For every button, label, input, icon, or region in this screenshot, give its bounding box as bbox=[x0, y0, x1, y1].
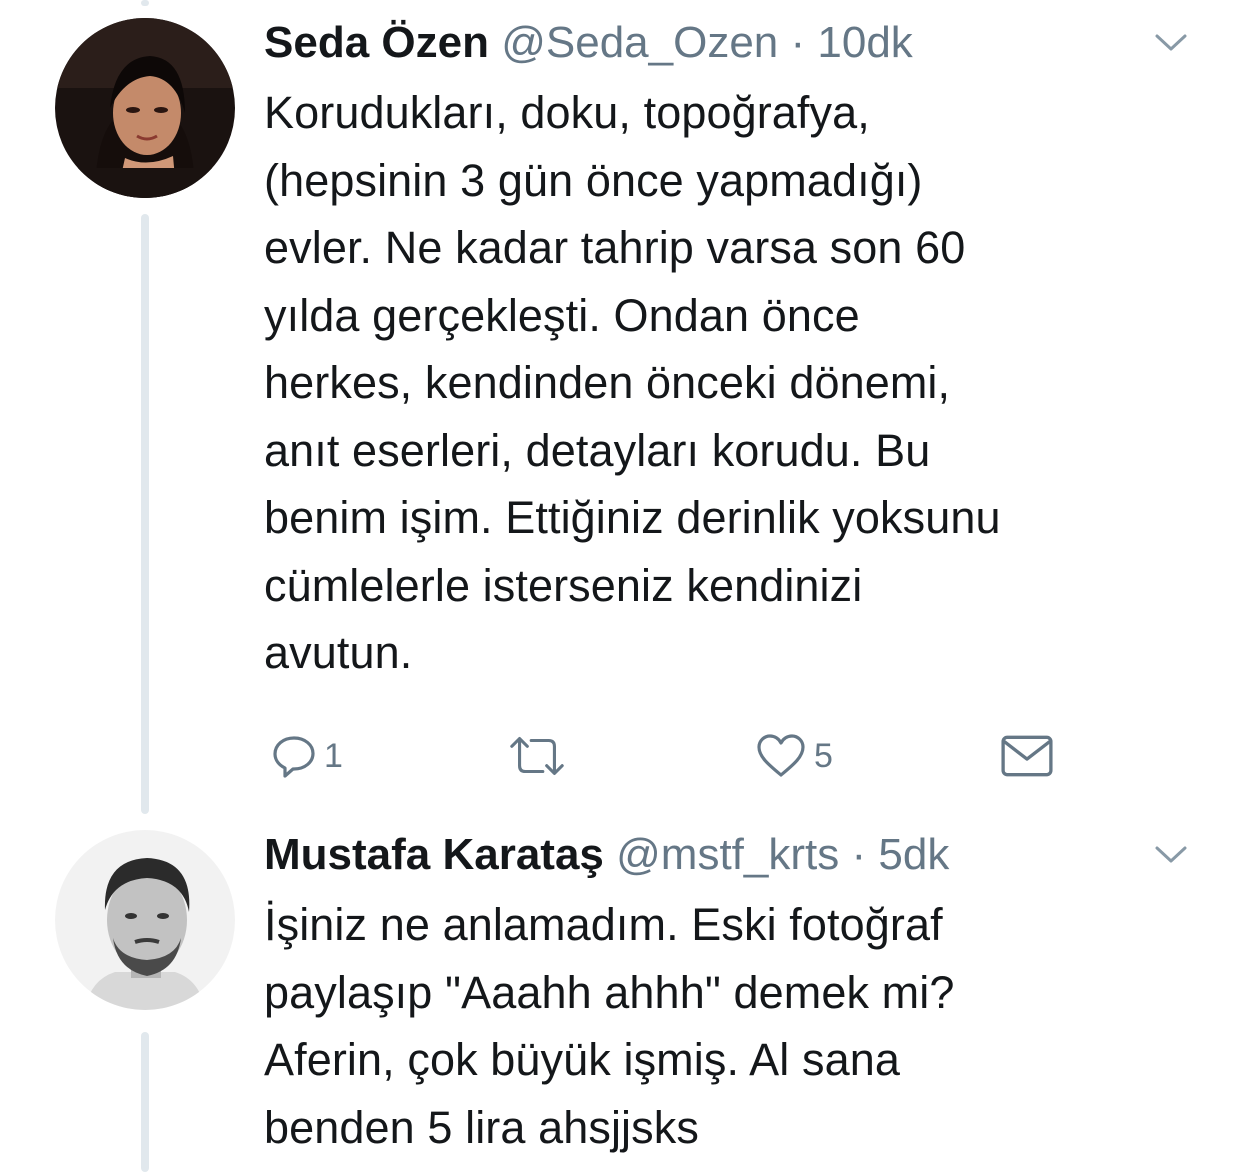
tweet-text-line: (hepsinin 3 gün önce yapmadığı) bbox=[264, 154, 923, 206]
chevron-down-icon[interactable] bbox=[1154, 843, 1188, 867]
thread-line-top bbox=[141, 0, 149, 6]
like-button[interactable]: 5 bbox=[754, 726, 833, 786]
like-count: 5 bbox=[814, 736, 833, 775]
chevron-down-icon[interactable] bbox=[1154, 31, 1188, 55]
tweet-text-line: Korudukları, doku, topoğrafya, bbox=[264, 87, 870, 138]
display-name[interactable]: Seda Özen bbox=[264, 18, 489, 67]
avatar[interactable] bbox=[55, 830, 235, 1010]
tweet-text-line: benden 5 lira ahsjjsks bbox=[264, 1101, 699, 1153]
direct-message-button[interactable] bbox=[1000, 726, 1054, 786]
tweet-text-line: evler. Ne kadar tahrip varsa son 60 bbox=[264, 222, 966, 273]
tweet[interactable]: Seda Özen @Seda_Ozen · 10dk Korudukları,… bbox=[264, 13, 1202, 687]
tweet-text: İşiniz ne anlamadım. Eski fotoğraf payla… bbox=[264, 891, 1194, 1161]
reply-count: 1 bbox=[324, 736, 343, 775]
tweet-text-line: Aferin, çok büyük işmiş. Al sana bbox=[264, 1034, 900, 1085]
avatar-photo-seda bbox=[55, 18, 235, 198]
tweet-text-line: avutun. bbox=[264, 627, 413, 678]
dm-envelope-icon bbox=[1001, 735, 1053, 777]
tweet-text-line: benim işim. Ettiğiniz derinlik yoksunu bbox=[264, 492, 1001, 543]
tweet-text-line: cümlelerle isterseniz kendinizi bbox=[264, 559, 863, 611]
tweet-text-line: anıt eserleri, detayları korudu. Bu bbox=[264, 424, 931, 476]
tweet-header: Seda Özen @Seda_Ozen · 10dk bbox=[264, 13, 1202, 73]
like-icon bbox=[757, 734, 805, 777]
tweet-header: Mustafa Karataş @mstf_krts · 5dk bbox=[264, 825, 1202, 885]
username-handle[interactable]: @mstf_krts bbox=[616, 830, 839, 879]
retweet-icon bbox=[510, 737, 564, 775]
tweet-text-line: yılda gerçekleşti. Ondan önce bbox=[264, 289, 860, 341]
thread-line-1 bbox=[141, 214, 149, 814]
retweet-button[interactable] bbox=[506, 726, 568, 786]
display-name[interactable]: Mustafa Karataş bbox=[264, 830, 604, 879]
reply-icon bbox=[273, 736, 315, 778]
separator-dot: · bbox=[851, 830, 867, 879]
tweet-actions: 1 5 bbox=[264, 726, 1094, 786]
avatar-photo-mustafa bbox=[55, 830, 235, 1010]
tweet-text: Korudukları, doku, topoğrafya, (hepsinin… bbox=[264, 79, 1194, 687]
thread-line-2 bbox=[141, 1032, 149, 1172]
timestamp[interactable]: 10dk bbox=[817, 18, 912, 67]
separator-dot: · bbox=[790, 18, 806, 67]
tweet-text-line: İşiniz ne anlamadım. Eski fotoğraf bbox=[264, 899, 943, 950]
timestamp[interactable]: 5dk bbox=[878, 830, 949, 879]
tweet-text-line: paylaşıp "Aaahh ahhh" demek mi? bbox=[264, 966, 955, 1018]
tweet[interactable]: Mustafa Karataş @mstf_krts · 5dk İşiniz … bbox=[264, 825, 1202, 1161]
username-handle[interactable]: @Seda_Ozen bbox=[501, 18, 778, 67]
reply-button[interactable]: 1 bbox=[270, 726, 343, 786]
avatar[interactable] bbox=[55, 18, 235, 198]
tweet-text-line: herkes, kendinden önceki dönemi, bbox=[264, 357, 951, 408]
